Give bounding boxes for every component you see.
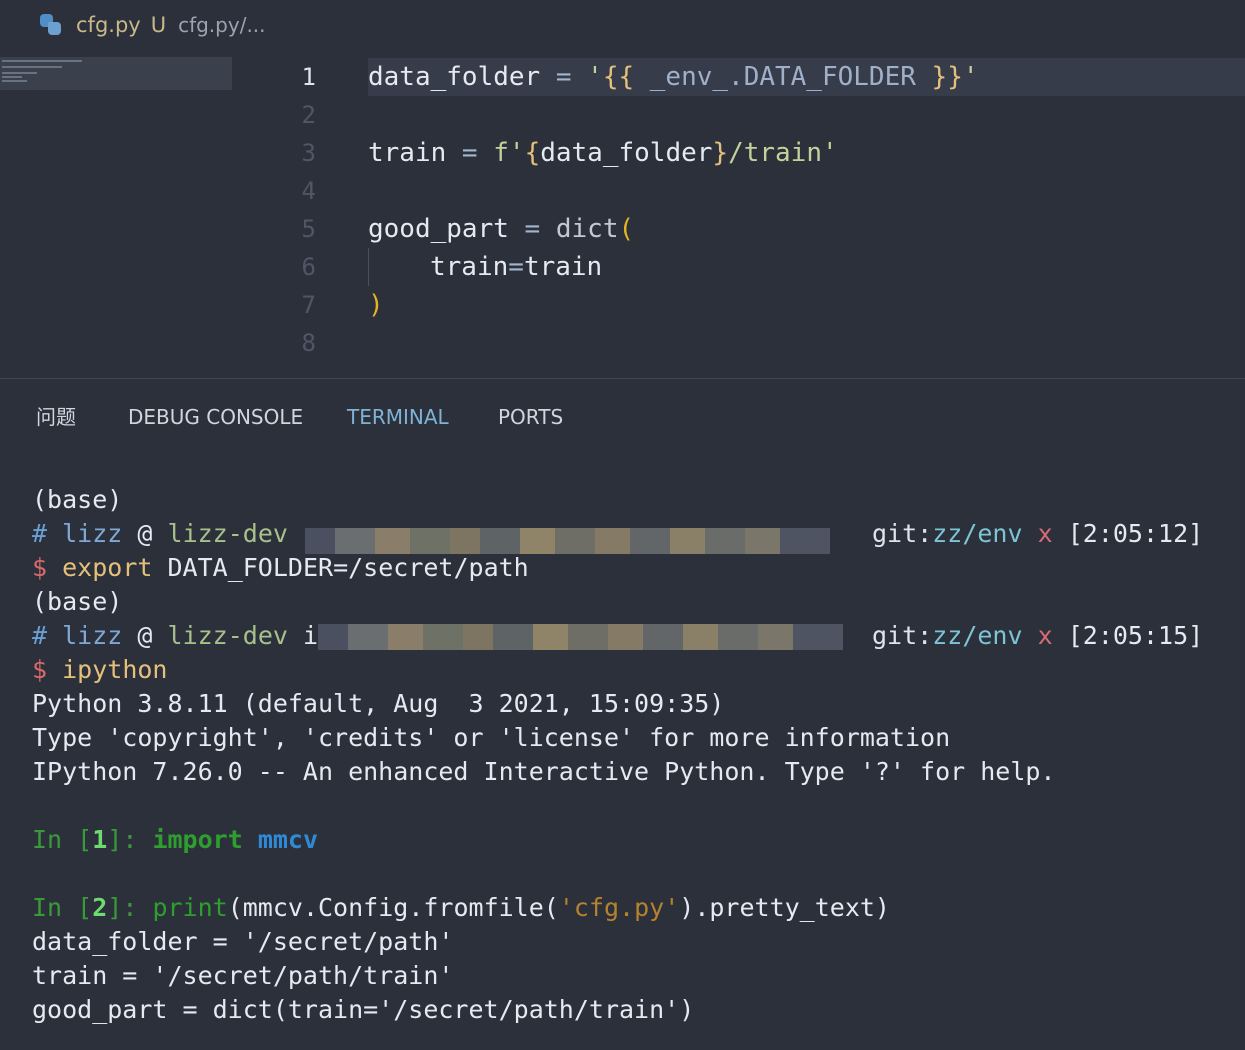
prompt-git-1: git:zz/env x [2:05:12] (872, 519, 1204, 548)
terminal-line: Type 'copyright', 'credits' or 'license'… (32, 723, 951, 752)
command-line-1: $ export DATA_FOLDER=/secret/path (32, 553, 529, 582)
line-number: 6 (301, 253, 316, 281)
line-number: 1 (301, 63, 316, 91)
line-number: 8 (301, 329, 316, 357)
terminal-line: Python 3.8.11 (default, Aug 3 2021, 15:0… (32, 689, 725, 718)
code-editor[interactable]: 1 2 3 4 5 6 7 8 data_folder = '{{ _env_.… (0, 58, 1245, 378)
tab-problems[interactable]: 问题 (36, 395, 76, 439)
terminal-line: (base) (32, 587, 123, 616)
prompt-line-1: # lizz @ lizz-dev (32, 519, 288, 548)
editor-tab-cfg[interactable]: cfg.py U cfg.py/... (40, 10, 266, 40)
panel-tab-bar: 问题 DEBUG CONSOLE TERMINAL PORTS (0, 395, 1245, 439)
line-number: 5 (301, 215, 316, 243)
editor-tab-bar: cfg.py U cfg.py/... (0, 0, 1245, 50)
ipython-input-1: In [1]: import mmcv (32, 825, 319, 854)
git-untracked-badge: U (150, 13, 167, 37)
tab-ports[interactable]: PORTS (498, 395, 563, 439)
python-file-icon (40, 14, 62, 36)
code-line-1: data_folder = '{{ _env_.DATA_FOLDER }}' (368, 62, 979, 92)
line-number: 4 (301, 177, 316, 205)
code-line-7: ) (368, 290, 384, 320)
code-line-5: good_part = dict( (368, 214, 635, 244)
terminal-line: train = '/secret/path/train' (32, 961, 454, 990)
terminal-line: good_part = dict(train='/secret/path/tra… (32, 995, 695, 1024)
code-line-3: train = f'{data_folder}/train' (368, 138, 838, 168)
code-line-6: train=train (430, 252, 603, 282)
command-line-2: $ ipython (32, 655, 168, 684)
line-number: 7 (301, 291, 316, 319)
ipython-input-2: In [2]: print(mmcv.Config.fromfile('cfg.… (32, 893, 890, 922)
line-number: 2 (301, 101, 316, 129)
terminal-line: (base) (32, 485, 123, 514)
panel-divider[interactable] (0, 378, 1245, 379)
prompt-git-2: git:zz/env x [2:05:15] (872, 621, 1204, 650)
prompt-line-2: # lizz @ lizz-dev i (32, 621, 319, 650)
tab-filename: cfg.py (76, 13, 141, 37)
tab-path: cfg.py/... (178, 13, 266, 37)
terminal-line: IPython 7.26.0 -- An enhanced Interactiv… (32, 757, 1056, 786)
terminal-line: data_folder = '/secret/path' (32, 927, 454, 956)
redacted-path (318, 624, 863, 650)
line-number: 3 (301, 139, 316, 167)
tab-terminal[interactable]: TERMINAL (347, 395, 449, 439)
indent-guide (368, 248, 369, 286)
tab-debug-console[interactable]: DEBUG CONSOLE (128, 395, 303, 439)
